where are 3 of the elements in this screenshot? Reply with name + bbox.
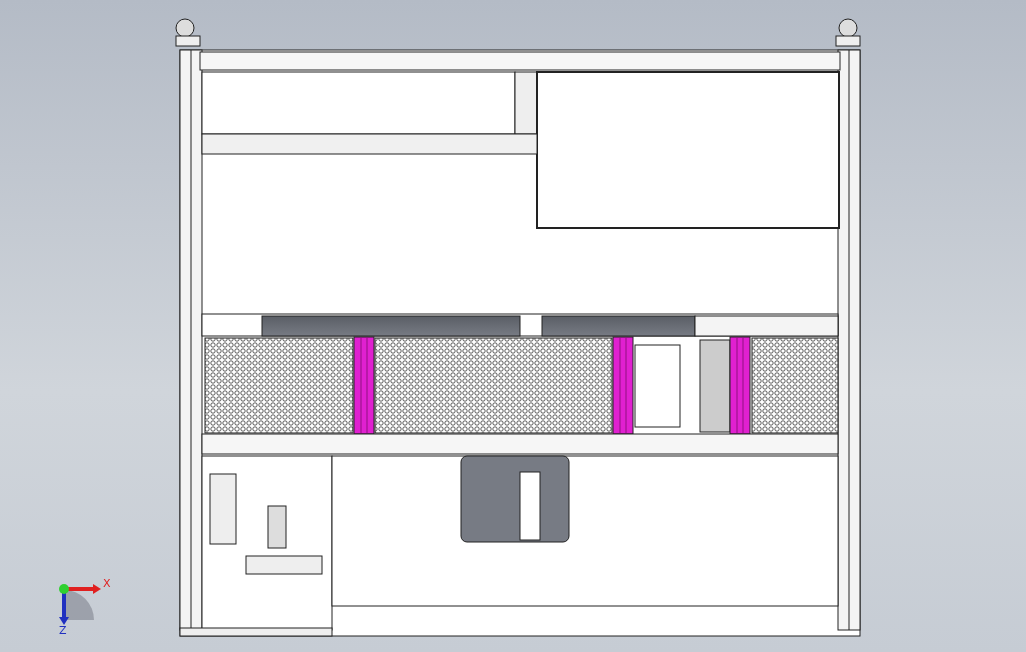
x-axis-label: X <box>103 577 111 590</box>
z-axis-label: Z <box>59 624 67 637</box>
axis-triad-icon <box>59 584 101 625</box>
